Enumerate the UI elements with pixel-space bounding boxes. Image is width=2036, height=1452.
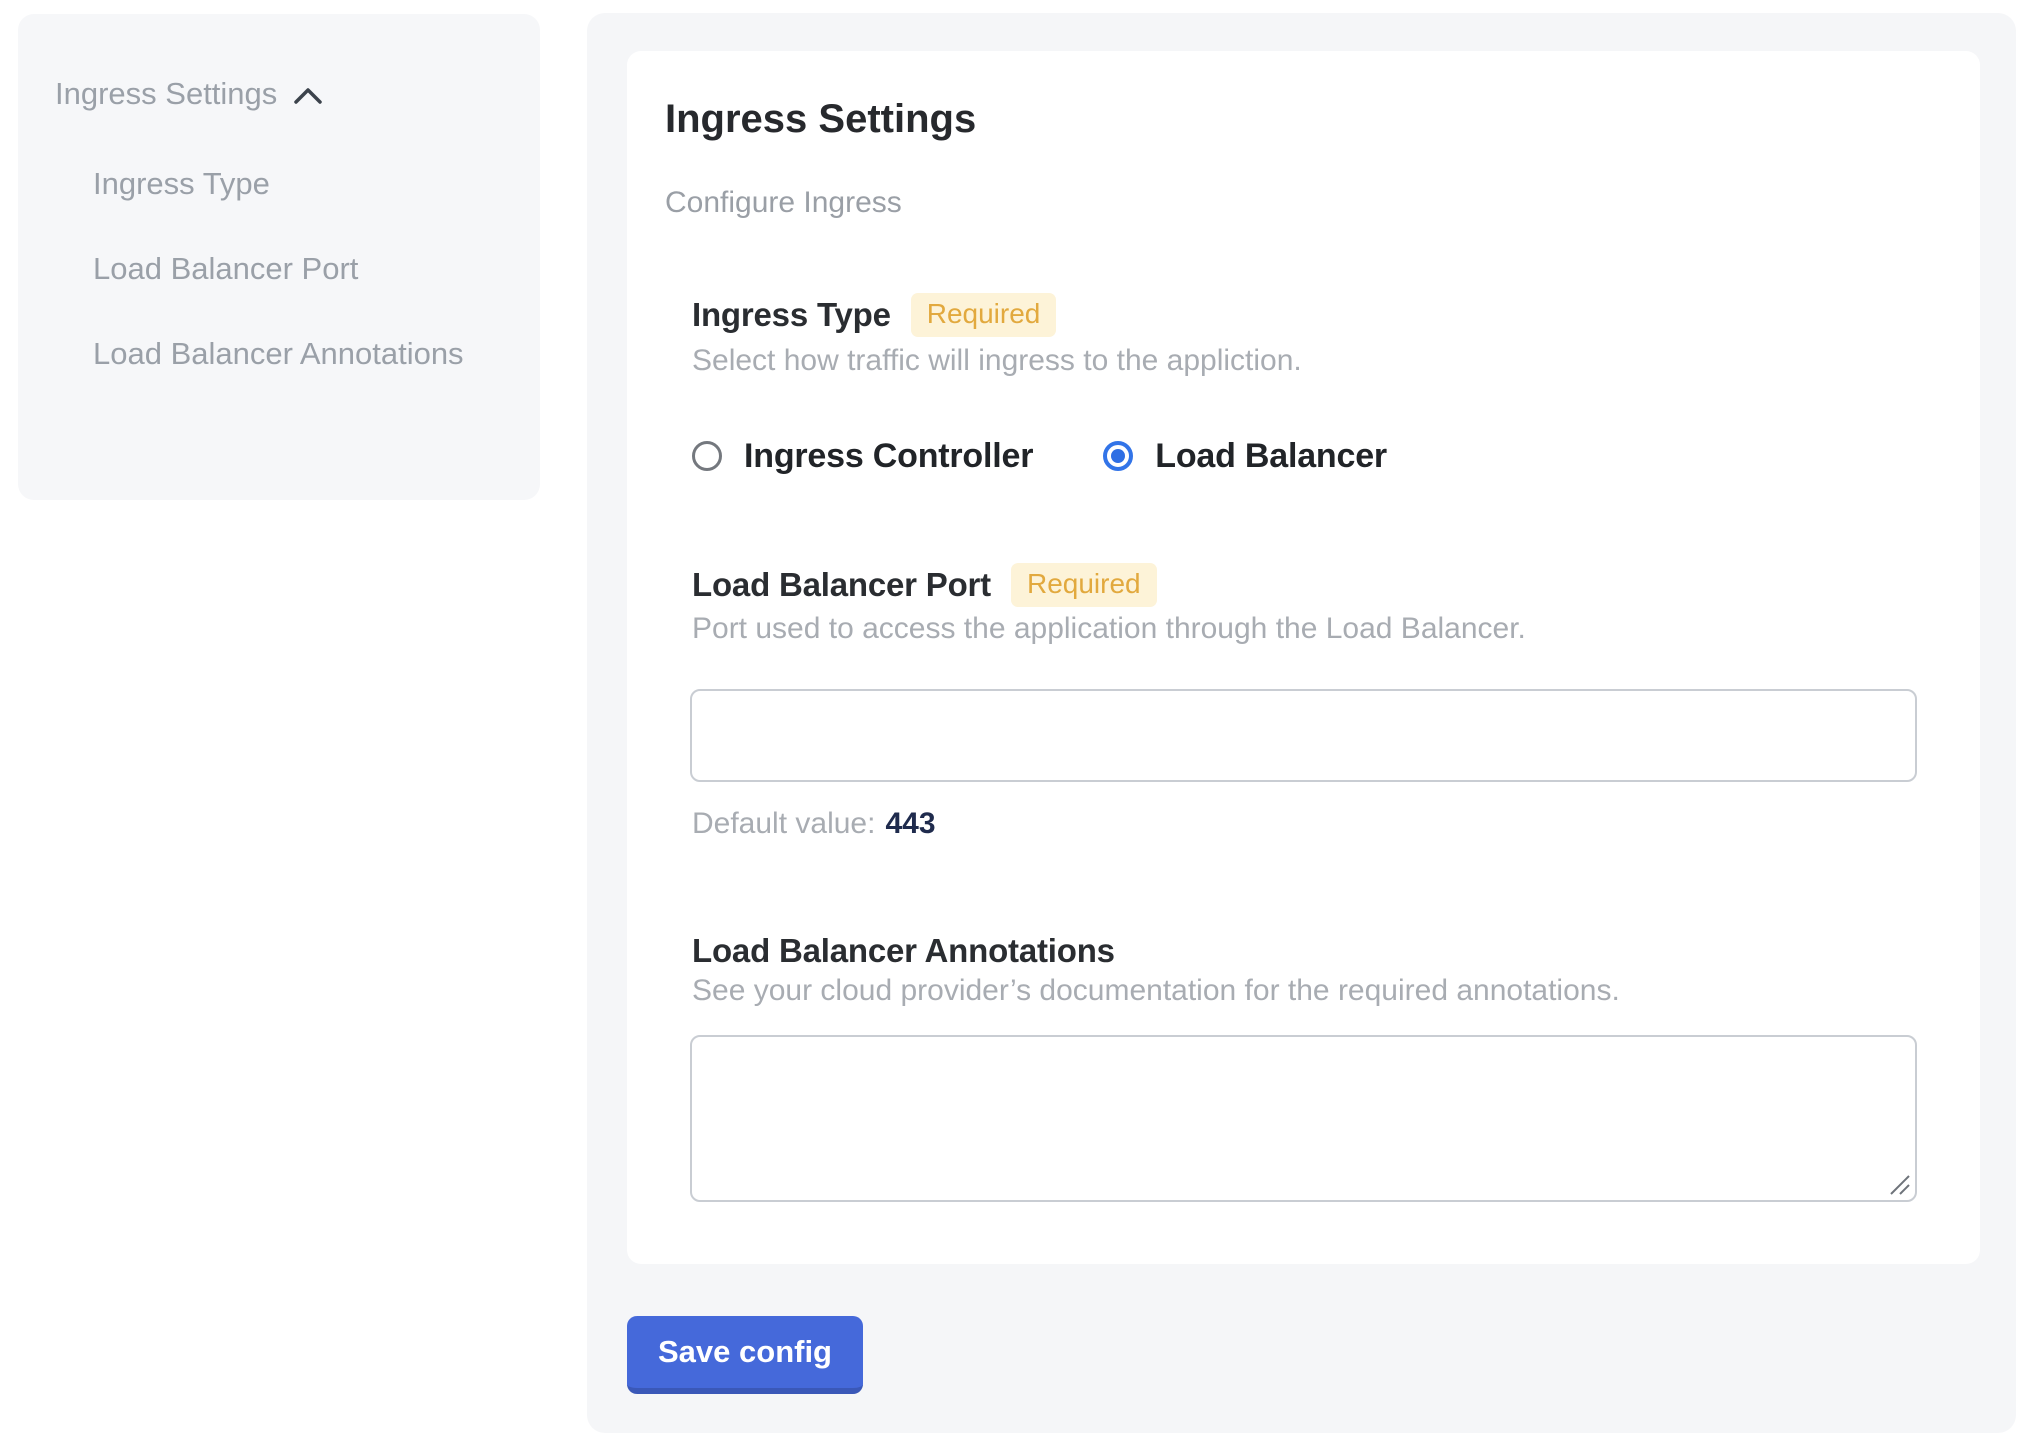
load-balancer-port-input[interactable] — [690, 689, 1917, 782]
load-balancer-annotations-textarea[interactable] — [690, 1035, 1917, 1202]
default-value: 443 — [885, 807, 935, 840]
radio-button-icon[interactable] — [1103, 441, 1133, 471]
ingress-settings-card: Ingress Settings Configure Ingress Ingre… — [627, 51, 1980, 1264]
settings-sidebar: Ingress Settings Ingress Type Load Balan… — [18, 14, 540, 500]
ingress-type-description: Select how traffic will ingress to the a… — [692, 341, 1302, 381]
sidebar-section-label: Ingress Settings — [55, 76, 277, 112]
ingress-type-radio-group: Ingress Controller Load Balancer — [692, 434, 1387, 478]
radio-option-load-balancer[interactable]: Load Balancer — [1103, 434, 1387, 478]
sidebar-item-load-balancer-port[interactable]: Load Balancer Port — [93, 239, 473, 299]
settings-panel: Ingress Settings Configure Ingress Ingre… — [587, 13, 2016, 1433]
page-title: Ingress Settings — [665, 95, 976, 143]
sidebar-item-load-balancer-annotations[interactable]: Load Balancer Annotations — [93, 324, 473, 384]
page-subtitle: Configure Ingress — [665, 183, 902, 223]
load-balancer-annotations-field — [690, 1035, 1917, 1202]
sidebar-section-ingress-settings[interactable]: Ingress Settings — [55, 76, 323, 112]
default-value-label: Default value: — [692, 807, 875, 840]
radio-option-ingress-controller[interactable]: Ingress Controller — [692, 434, 1033, 478]
load-balancer-annotations-label: Load Balancer Annotations — [692, 929, 1115, 973]
load-balancer-annotations-label-row: Load Balancer Annotations — [692, 929, 1115, 973]
required-badge: Required — [911, 293, 1057, 337]
radio-label: Load Balancer — [1155, 434, 1387, 478]
load-balancer-annotations-description: See your cloud provider’s documentation … — [692, 971, 1620, 1011]
ingress-type-label: Ingress Type — [692, 293, 891, 337]
ingress-type-label-row: Ingress Type Required — [692, 293, 1056, 337]
load-balancer-port-label-row: Load Balancer Port Required — [692, 563, 1157, 607]
resize-handle-icon[interactable] — [1889, 1174, 1911, 1196]
radio-button-icon[interactable] — [692, 441, 722, 471]
save-config-button[interactable]: Save config — [627, 1316, 863, 1394]
required-badge: Required — [1011, 563, 1157, 607]
load-balancer-port-label: Load Balancer Port — [692, 563, 991, 607]
default-value-row: Default value: 443 — [692, 804, 936, 844]
sidebar-item-ingress-type[interactable]: Ingress Type — [93, 154, 473, 214]
load-balancer-port-description: Port used to access the application thro… — [692, 609, 1526, 649]
sidebar-item-list: Ingress Type Load Balancer Port Load Bal… — [93, 154, 473, 409]
radio-label: Ingress Controller — [744, 434, 1033, 478]
chevron-up-icon — [293, 87, 323, 105]
